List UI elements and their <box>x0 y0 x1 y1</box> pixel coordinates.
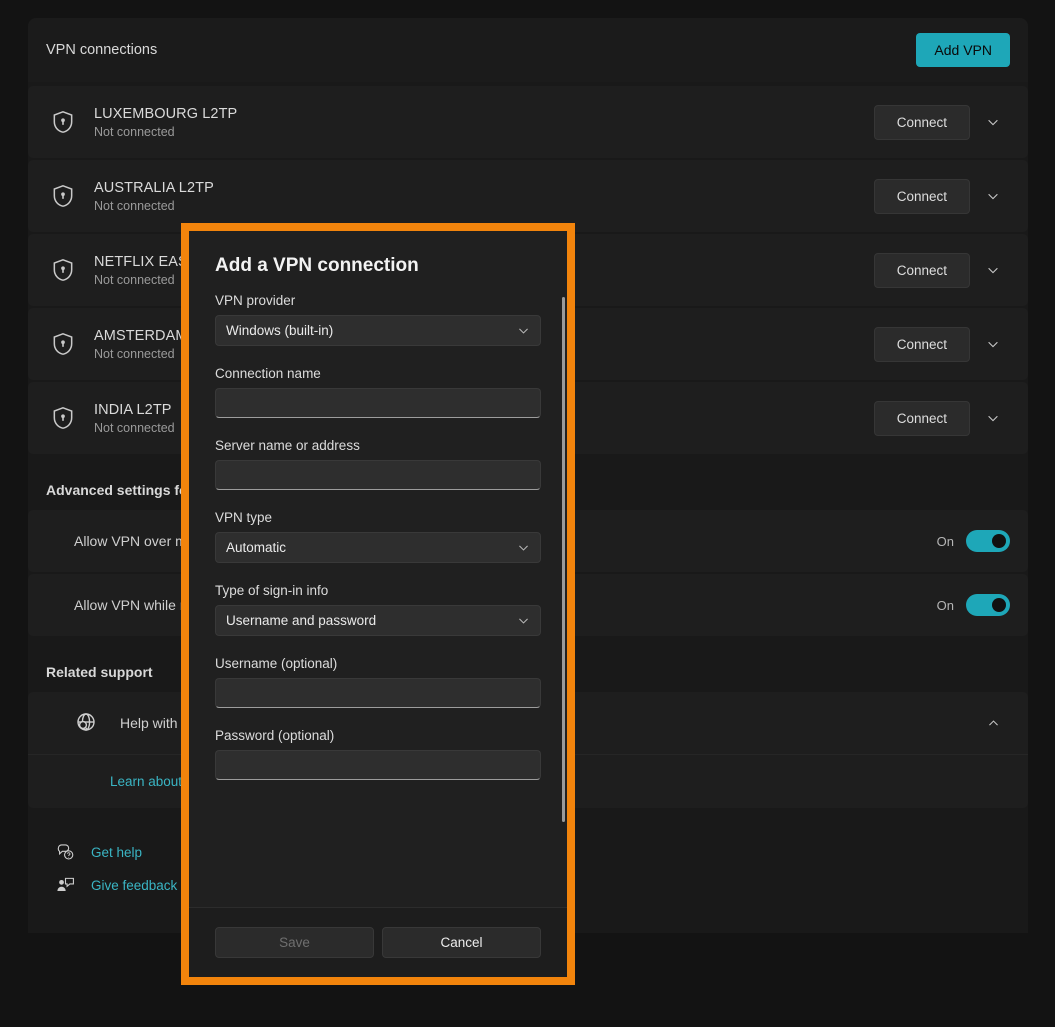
chevron-down-icon <box>519 618 528 624</box>
chevron-down-icon[interactable] <box>976 105 1010 139</box>
vpn-type-select[interactable]: Automatic <box>215 532 541 563</box>
toggle-state-label: On <box>936 597 954 613</box>
get-help-label[interactable]: Get help <box>91 845 142 860</box>
username-label: Username (optional) <box>215 656 338 671</box>
vpn-connections-header: VPN connections Add VPN <box>28 18 1028 82</box>
connect-button[interactable]: Connect <box>873 400 970 436</box>
vpn-connection-status: Not connected <box>94 420 175 435</box>
dialog-title: Add a VPN connection <box>215 255 419 276</box>
chevron-up-icon[interactable] <box>976 706 1010 740</box>
give-feedback-label[interactable]: Give feedback <box>91 878 177 893</box>
vpn-connection-name: INDIA L2TP <box>94 401 172 418</box>
gap-6 <box>215 708 541 728</box>
page-title: VPN connections <box>46 42 158 58</box>
setting-toggle[interactable] <box>966 594 1010 616</box>
connect-button[interactable]: Connect <box>873 326 970 362</box>
shield-lock-icon <box>50 405 76 431</box>
gap-2 <box>215 418 541 438</box>
connection-name-input[interactable] <box>215 388 541 418</box>
server-address-input[interactable] <box>215 460 541 490</box>
connection-name-label: Connection name <box>215 366 321 381</box>
vpn-provider-label: VPN provider <box>215 293 296 308</box>
shield-lock-icon <box>50 183 76 209</box>
vpn-connection-status: Not connected <box>94 198 175 213</box>
signin-type-select[interactable]: Username and password <box>215 605 541 636</box>
signin-type-label: Type of sign-in info <box>215 583 329 598</box>
setting-toggle[interactable] <box>966 530 1010 552</box>
vpn-provider-value: Windows (built-in) <box>226 323 334 338</box>
vpn-type-value: Automatic <box>226 540 287 555</box>
signin-type-value: Username and password <box>226 613 377 628</box>
dialog-body: Add a VPN connection VPN provider Window… <box>189 231 567 907</box>
vpn-connection-row[interactable]: AUSTRALIA L2TP Not connected Connect <box>28 160 1028 232</box>
vpn-type-label: VPN type <box>215 510 273 525</box>
save-button[interactable]: Save <box>215 927 374 958</box>
help-balloon-icon <box>57 844 74 860</box>
chevron-down-icon[interactable] <box>976 253 1010 287</box>
vpn-connection-status: Not connected <box>94 124 175 139</box>
connect-button[interactable]: Connect <box>873 104 970 140</box>
add-vpn-button[interactable]: Add VPN <box>916 33 1010 67</box>
gap-4 <box>215 563 541 583</box>
toggle-state-label: On <box>936 533 954 549</box>
feedback-person-icon <box>57 877 74 892</box>
shield-lock-icon <box>50 331 76 357</box>
chevron-down-icon <box>519 545 528 551</box>
chevron-down-icon[interactable] <box>976 401 1010 435</box>
username-input[interactable] <box>215 678 541 708</box>
chevron-down-icon <box>519 328 528 334</box>
gap-3 <box>215 490 541 510</box>
chevron-down-icon[interactable] <box>976 327 1010 361</box>
password-label: Password (optional) <box>215 728 335 743</box>
vpn-connection-name: AUSTRALIA L2TP <box>94 179 214 196</box>
vpn-connection-row[interactable]: LUXEMBOURG L2TP Not connected Connect <box>28 86 1028 158</box>
add-vpn-dialog-highlight: Add a VPN connection VPN provider Window… <box>181 223 575 985</box>
chevron-down-icon[interactable] <box>976 179 1010 213</box>
connect-button[interactable]: Connect <box>873 178 970 214</box>
add-vpn-dialog: Add a VPN connection VPN provider Window… <box>189 231 567 977</box>
shield-lock-icon <box>50 109 76 135</box>
gap-1 <box>215 346 541 366</box>
dialog-scrollbar[interactable] <box>562 297 565 822</box>
password-input[interactable] <box>215 750 541 780</box>
shield-lock-icon <box>50 257 76 283</box>
globe-search-icon <box>74 711 98 735</box>
vpn-provider-select[interactable]: Windows (built-in) <box>215 315 541 346</box>
cancel-button[interactable]: Cancel <box>382 927 541 958</box>
gap-5 <box>215 636 541 656</box>
vpn-connection-name: LUXEMBOURG L2TP <box>94 105 238 122</box>
connect-button[interactable]: Connect <box>873 252 970 288</box>
dialog-footer: Save Cancel <box>189 907 567 977</box>
server-address-label: Server name or address <box>215 438 360 453</box>
